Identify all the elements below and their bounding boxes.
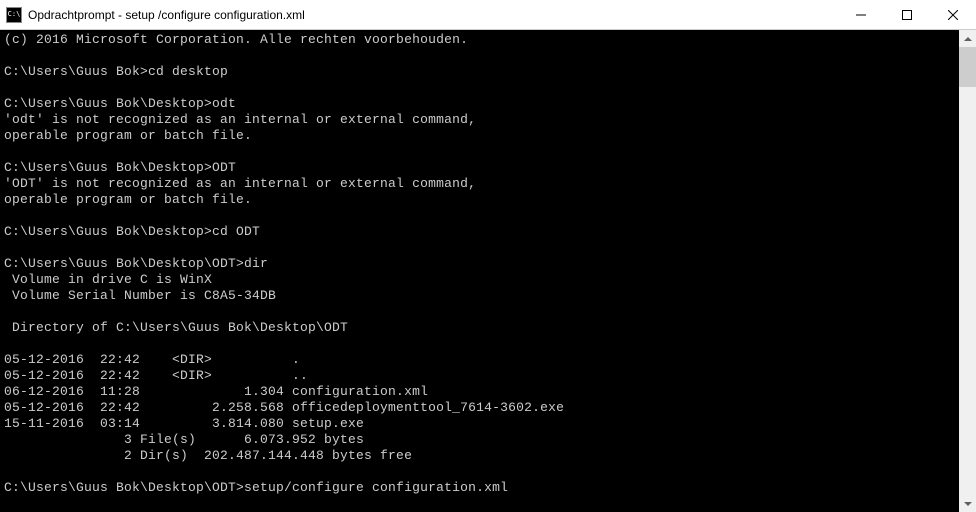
close-icon bbox=[948, 10, 958, 20]
scroll-down-button[interactable] bbox=[959, 495, 976, 512]
chevron-up-icon bbox=[964, 37, 972, 41]
vertical-scrollbar[interactable] bbox=[959, 30, 976, 512]
window-controls bbox=[838, 0, 976, 29]
cmd-icon: C:\ bbox=[6, 7, 22, 23]
scrollbar-thumb[interactable] bbox=[959, 47, 976, 87]
titlebar: C:\ Opdrachtprompt - setup /configure co… bbox=[0, 0, 976, 30]
close-button[interactable] bbox=[930, 0, 976, 29]
minimize-button[interactable] bbox=[838, 0, 884, 29]
maximize-icon bbox=[902, 10, 912, 20]
chevron-down-icon bbox=[964, 502, 972, 506]
window-title: Opdrachtprompt - setup /configure config… bbox=[28, 8, 838, 22]
console-body: (c) 2016 Microsoft Corporation. Alle rec… bbox=[0, 30, 976, 512]
console-output[interactable]: (c) 2016 Microsoft Corporation. Alle rec… bbox=[0, 30, 959, 512]
minimize-icon bbox=[856, 10, 866, 20]
maximize-button[interactable] bbox=[884, 0, 930, 29]
cmd-icon-text: C:\ bbox=[8, 11, 21, 18]
scroll-up-button[interactable] bbox=[959, 30, 976, 47]
